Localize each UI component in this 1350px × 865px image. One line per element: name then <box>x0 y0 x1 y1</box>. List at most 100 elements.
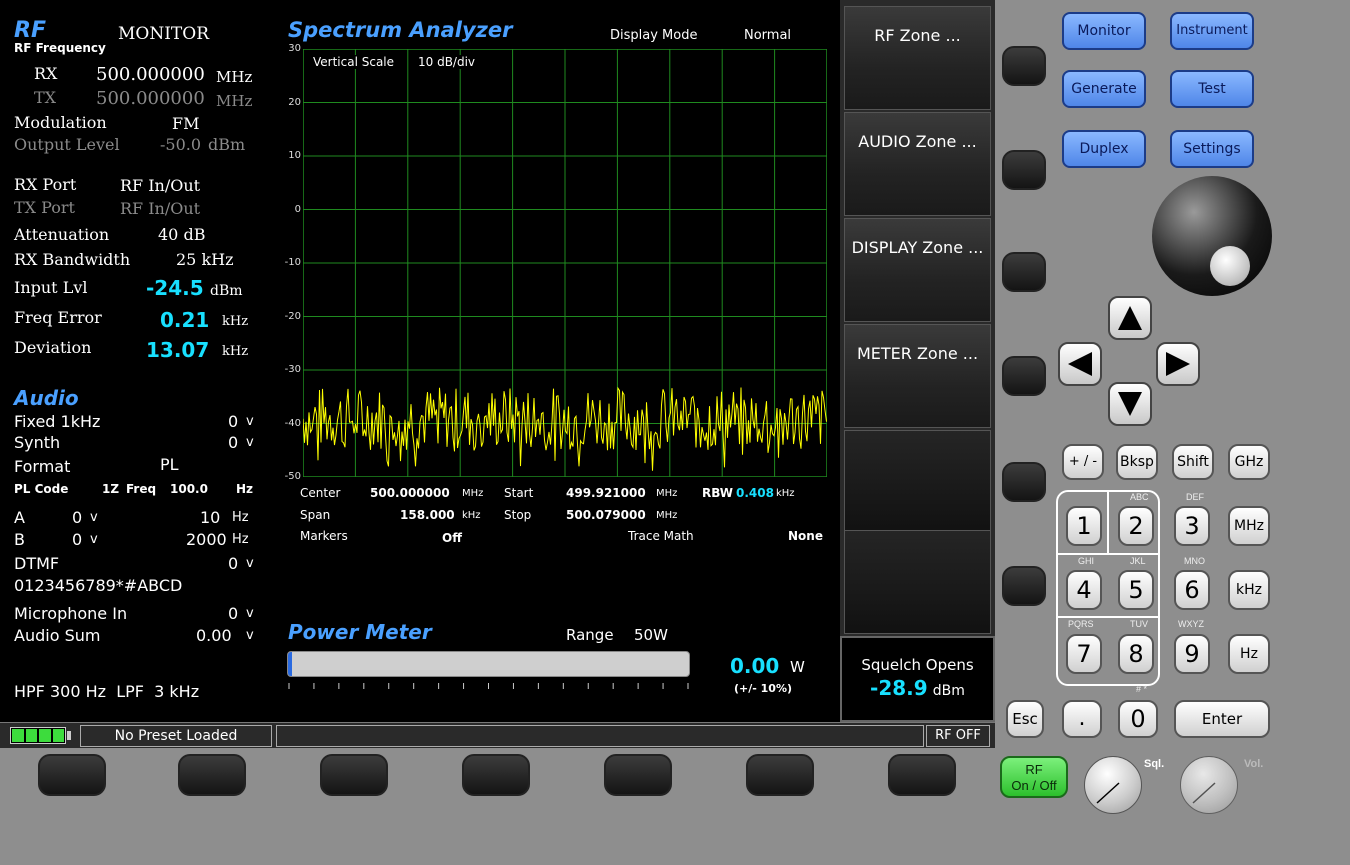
key-9[interactable]: 9 <box>1174 634 1210 674</box>
squelch-knob[interactable] <box>1084 756 1142 814</box>
key-4[interactable]: 4 <box>1066 570 1102 610</box>
tone-b-level[interactable]: 0 <box>72 530 82 549</box>
key-1[interactable]: 1 <box>1066 506 1102 546</box>
softkey-rf-zone[interactable]: RF Zone ... <box>844 6 991 110</box>
spectrum-title: Spectrum Analyzer <box>288 18 513 42</box>
y-tick-label: -30 <box>284 364 301 375</box>
mhz-key[interactable]: MHz <box>1228 506 1270 546</box>
key-5[interactable]: 5 <box>1118 570 1154 610</box>
format-value[interactable]: PL <box>160 455 179 474</box>
softkey-meter-zone[interactable]: METER Zone ... <box>844 324 991 428</box>
output-level-value: -50.0 <box>160 135 202 154</box>
rbw-value[interactable]: 0.408 <box>736 486 774 500</box>
audio-filters[interactable]: HPF 300 Hz LPF 3 kHz <box>14 682 199 701</box>
synth-value[interactable]: 0 <box>228 433 238 452</box>
enter-key[interactable]: Enter <box>1174 700 1270 738</box>
rx-port-label: RX Port <box>14 175 77 194</box>
tone-a-freq[interactable]: 10 <box>200 508 220 527</box>
vertical-scale-value[interactable]: 10 dB/div <box>418 55 476 69</box>
hw-bottom-button-6[interactable] <box>746 754 814 796</box>
freq-error-unit: kHz <box>222 314 249 329</box>
rx-bandwidth-value[interactable]: 25 kHz <box>176 250 234 269</box>
fixed-1khz-value[interactable]: 0 <box>228 412 238 431</box>
rx-freq-unit: MHz <box>216 68 253 86</box>
softkey-display-zone[interactable]: DISPLAY Zone ... <box>844 218 991 322</box>
hw-bottom-button-3[interactable] <box>320 754 388 796</box>
span-value[interactable]: 158.000 <box>400 508 455 522</box>
softkey-audio-zone[interactable]: AUDIO Zone ... <box>844 112 991 216</box>
key-7[interactable]: 7 <box>1066 634 1102 674</box>
arrow-left-button[interactable] <box>1058 342 1102 386</box>
ghz-key[interactable]: GHz <box>1228 444 1270 480</box>
power-range-value[interactable]: 50W <box>634 626 668 644</box>
hw-bottom-button-7[interactable] <box>888 754 956 796</box>
key-0[interactable]: 0 <box>1118 700 1158 738</box>
key-8[interactable]: 8 <box>1118 634 1154 674</box>
hw-bottom-button-1[interactable] <box>38 754 106 796</box>
rf-on-off-button[interactable]: RF On / Off <box>1000 756 1068 798</box>
trace-math-value[interactable]: None <box>788 529 823 543</box>
microphone-in-value[interactable]: 0 <box>228 604 238 623</box>
key-6[interactable]: 6 <box>1174 570 1210 610</box>
key-2[interactable]: 2 <box>1118 506 1154 546</box>
hw-softkey-button-5[interactable] <box>1002 462 1046 502</box>
arrow-down-button[interactable] <box>1108 382 1152 426</box>
arrow-up-button[interactable] <box>1108 296 1152 340</box>
hw-softkey-button-4[interactable] <box>1002 356 1046 396</box>
hw-bottom-button-5[interactable] <box>604 754 672 796</box>
monitor-button[interactable]: Monitor <box>1062 12 1146 50</box>
duplex-button[interactable]: Duplex <box>1062 130 1146 168</box>
hw-softkey-button-6[interactable] <box>1002 566 1046 606</box>
instrument-screen: RF MONITOR RF Frequency RX 500.000000 MH… <box>0 0 995 748</box>
status-bar: No Preset Loaded RF OFF <box>0 722 995 748</box>
modulation-value[interactable]: FM <box>172 114 199 133</box>
audio-sum-label: Audio Sum <box>14 626 101 645</box>
microphone-in-unit: v <box>246 606 254 621</box>
audio-section-title: Audio <box>14 386 79 410</box>
rbw-unit: kHz <box>776 488 795 499</box>
rx-freq-value[interactable]: 500.000000 <box>96 64 205 85</box>
start-value[interactable]: 499.921000 <box>566 486 646 500</box>
rf-audio-panel: RF MONITOR RF Frequency RX 500.000000 MH… <box>0 0 282 722</box>
khz-key[interactable]: kHz <box>1228 570 1270 610</box>
decimal-key[interactable]: . <box>1062 700 1102 738</box>
hw-bottom-button-4[interactable] <box>462 754 530 796</box>
attenuation-value[interactable]: 40 dB <box>158 225 205 244</box>
pl-freq-value[interactable]: 100.0 <box>170 482 208 496</box>
hw-softkey-button-3[interactable] <box>1002 252 1046 292</box>
shift-key[interactable]: Shift <box>1172 444 1214 480</box>
key-3[interactable]: 3 <box>1174 506 1210 546</box>
markers-value[interactable]: Off <box>442 531 462 545</box>
pl-code-value[interactable]: 1Z <box>102 482 119 496</box>
hw-softkey-button-2[interactable] <box>1002 150 1046 190</box>
hw-softkey-button-1[interactable] <box>1002 46 1046 86</box>
display-mode-value[interactable]: Normal <box>744 28 791 43</box>
spectrum-plot[interactable] <box>303 49 827 477</box>
hw-bottom-button-2[interactable] <box>178 754 246 796</box>
tone-b-freq[interactable]: 2000 <box>186 530 227 549</box>
key-4-sub: GHI <box>1078 556 1095 566</box>
center-value[interactable]: 500.000000 <box>370 486 450 500</box>
softkey-5[interactable] <box>844 430 991 534</box>
tone-a-label: A <box>14 508 25 527</box>
plus-minus-key[interactable]: + / - <box>1062 444 1104 480</box>
softkey-6[interactable] <box>844 530 991 634</box>
test-button[interactable]: Test <box>1170 70 1254 108</box>
stop-value[interactable]: 500.079000 <box>566 508 646 522</box>
generate-button[interactable]: Generate <box>1062 70 1146 108</box>
hz-key[interactable]: Hz <box>1228 634 1270 674</box>
tuning-knob[interactable] <box>1152 176 1272 296</box>
tx-port-value: RF In/Out <box>120 199 201 218</box>
dtmf-digits[interactable]: 0123456789*#ABCD <box>14 576 182 595</box>
rx-port-value[interactable]: RF In/Out <box>120 176 200 195</box>
arrow-right-button[interactable] <box>1156 342 1200 386</box>
volume-knob-label: Vol. <box>1244 758 1264 770</box>
settings-button[interactable]: Settings <box>1170 130 1254 168</box>
tone-a-level[interactable]: 0 <box>72 508 82 527</box>
escape-key[interactable]: Esc <box>1006 700 1044 738</box>
backspace-key[interactable]: Bksp <box>1116 444 1158 480</box>
volume-knob[interactable] <box>1180 756 1238 814</box>
dtmf-value[interactable]: 0 <box>228 554 238 573</box>
instrument-button[interactable]: Instrument <box>1170 12 1254 50</box>
tx-freq-unit: MHz <box>216 92 253 110</box>
